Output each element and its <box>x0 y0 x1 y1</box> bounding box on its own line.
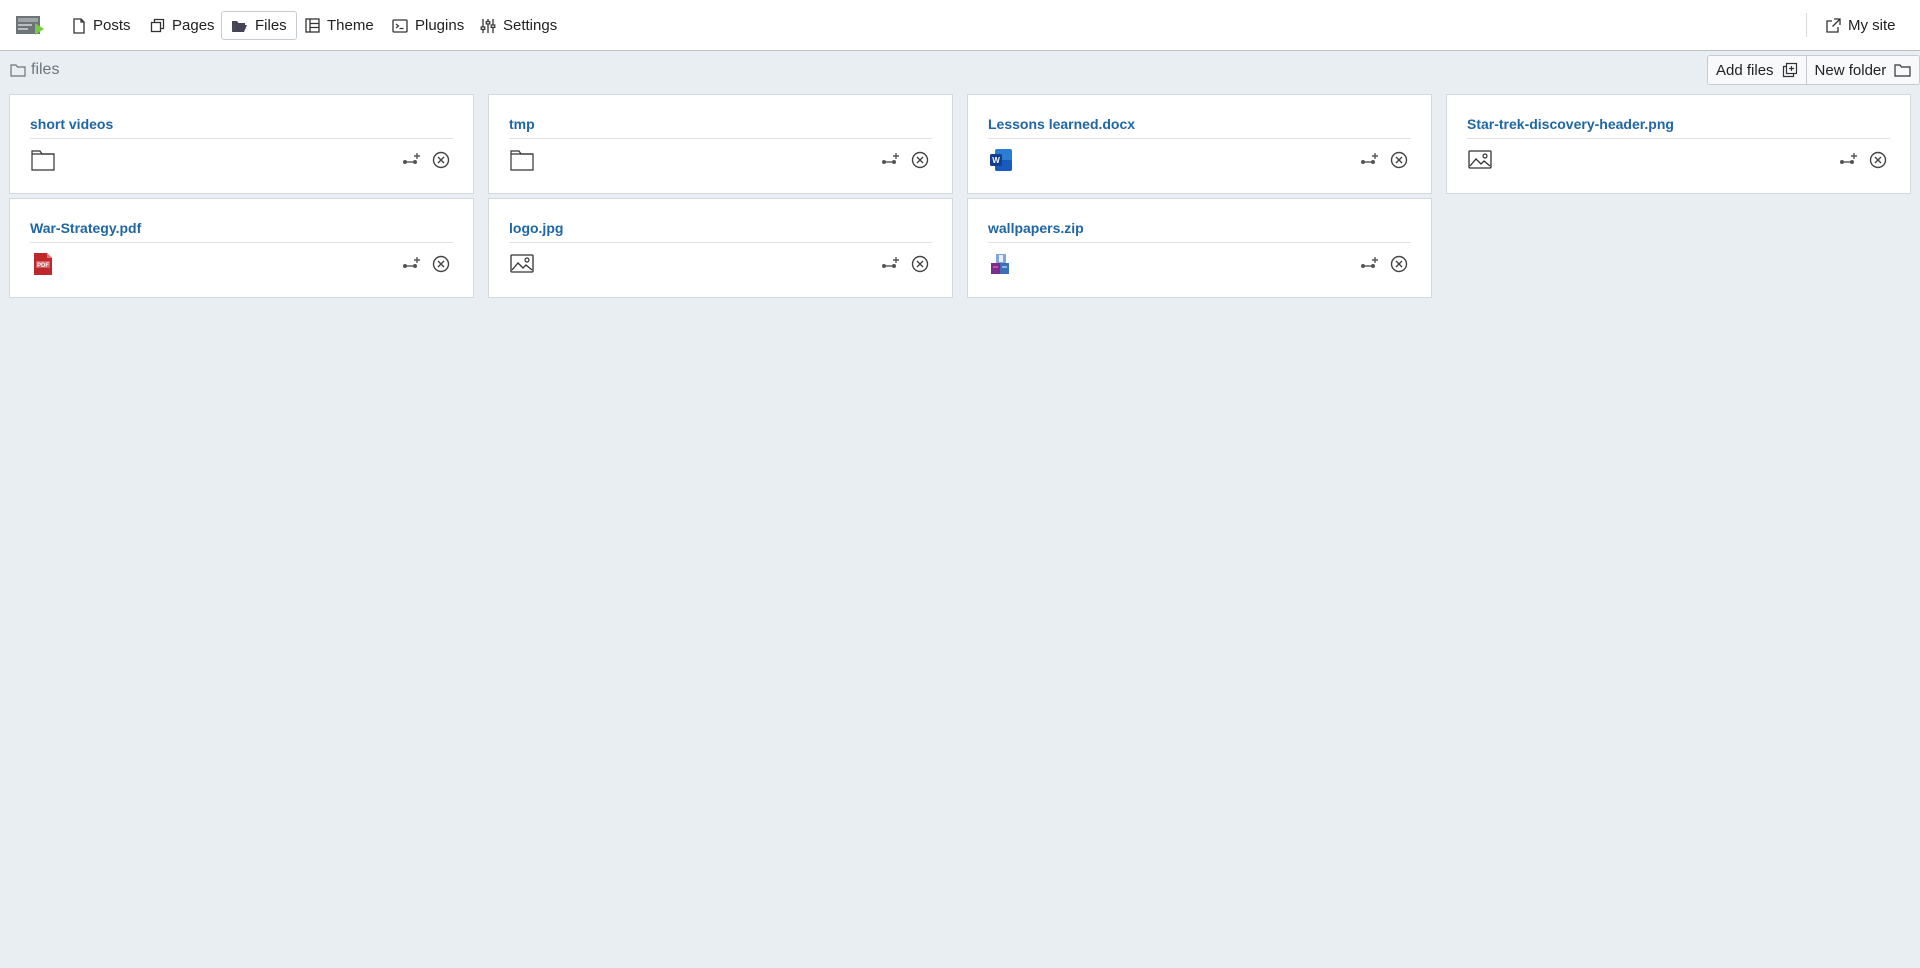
nav-plugins[interactable]: Plugins <box>382 11 474 40</box>
copy-link-icon[interactable] <box>880 254 900 274</box>
copy-link-icon[interactable] <box>1359 254 1379 274</box>
file-card: short videos <box>9 94 474 194</box>
card-divider <box>988 138 1411 139</box>
svg-text:W: W <box>992 156 1000 165</box>
file-card: Lessons learned.docx W <box>967 94 1432 194</box>
delete-icon[interactable] <box>431 150 451 170</box>
file-actions-group: Add files New folder <box>1707 55 1920 85</box>
app-logo-icon[interactable] <box>15 13 45 38</box>
folder-open-icon <box>232 20 247 32</box>
nav-files-label: Files <box>255 17 287 34</box>
nav-pages-label: Pages <box>172 17 215 34</box>
delete-icon[interactable] <box>1868 150 1888 170</box>
card-divider <box>30 138 453 139</box>
pages-icon <box>150 18 165 33</box>
file-name-link[interactable]: Star-trek-discovery-header.png <box>1467 116 1674 132</box>
card-divider <box>509 138 932 139</box>
word-document-icon: W <box>990 149 1012 171</box>
card-divider <box>1467 138 1890 139</box>
copy-link-icon[interactable] <box>401 150 421 170</box>
archive-icon <box>991 254 1009 274</box>
add-files-icon <box>1782 62 1797 78</box>
file-name-link[interactable]: wallpapers.zip <box>988 220 1084 236</box>
delete-icon[interactable] <box>1389 254 1409 274</box>
file-card: Star-trek-discovery-header.png <box>1446 94 1911 194</box>
add-files-label: Add files <box>1716 61 1774 79</box>
image-icon <box>510 254 534 273</box>
card-divider <box>509 242 932 243</box>
nav-pages[interactable]: Pages <box>140 11 225 40</box>
delete-icon[interactable] <box>1389 150 1409 170</box>
copy-link-icon[interactable] <box>1838 150 1858 170</box>
nav-posts-label: Posts <box>93 17 131 34</box>
pdf-icon: PDF <box>34 253 52 275</box>
folder-icon <box>510 150 534 171</box>
add-files-button[interactable]: Add files <box>1708 56 1806 84</box>
nav-settings-label: Settings <box>503 17 558 34</box>
top-navigation-bar: Posts Pages Files Theme Plugins Settings… <box>0 0 1920 51</box>
nav-plugins-label: Plugins <box>415 17 465 34</box>
delete-icon[interactable] <box>910 254 930 274</box>
copy-link-icon[interactable] <box>880 150 900 170</box>
my-site-label: My site <box>1848 17 1896 34</box>
copy-link-icon[interactable] <box>401 254 421 274</box>
nav-theme-label: Theme <box>327 17 374 34</box>
document-icon <box>73 17 85 34</box>
external-link-icon <box>1826 18 1841 33</box>
file-name-link[interactable]: logo.jpg <box>509 220 563 236</box>
file-name-link[interactable]: tmp <box>509 116 535 132</box>
nav-files[interactable]: Files <box>221 11 297 40</box>
new-folder-label: New folder <box>1814 61 1887 79</box>
nav-posts[interactable]: Posts <box>62 11 141 40</box>
breadcrumb-path[interactable]: files <box>31 61 59 79</box>
file-card: tmp <box>488 94 953 194</box>
file-card: wallpapers.zip <box>967 198 1432 298</box>
new-folder-button[interactable]: New folder <box>1805 56 1920 84</box>
file-name-link[interactable]: Lessons learned.docx <box>988 116 1135 132</box>
nav-theme[interactable]: Theme <box>295 11 384 40</box>
sliders-icon <box>480 18 496 33</box>
copy-link-icon[interactable] <box>1359 150 1379 170</box>
image-icon <box>1468 150 1492 169</box>
card-divider <box>988 242 1411 243</box>
layout-icon <box>305 18 320 33</box>
folder-icon <box>1894 64 1911 77</box>
file-card: logo.jpg <box>488 198 953 298</box>
file-name-link[interactable]: War-Strategy.pdf <box>30 220 141 236</box>
breadcrumb: files <box>10 60 59 80</box>
folder-icon <box>10 64 26 77</box>
nav-divider <box>1806 13 1807 37</box>
terminal-icon <box>392 18 408 33</box>
folder-icon <box>31 150 55 171</box>
card-divider <box>30 242 453 243</box>
nav-settings[interactable]: Settings <box>470 11 567 40</box>
svg-text:PDF: PDF <box>37 263 49 269</box>
my-site-link[interactable]: My site <box>1816 11 1906 40</box>
file-name-link[interactable]: short videos <box>30 116 113 132</box>
delete-icon[interactable] <box>910 150 930 170</box>
file-card: War-Strategy.pdf PDF <box>9 198 474 298</box>
delete-icon[interactable] <box>431 254 451 274</box>
